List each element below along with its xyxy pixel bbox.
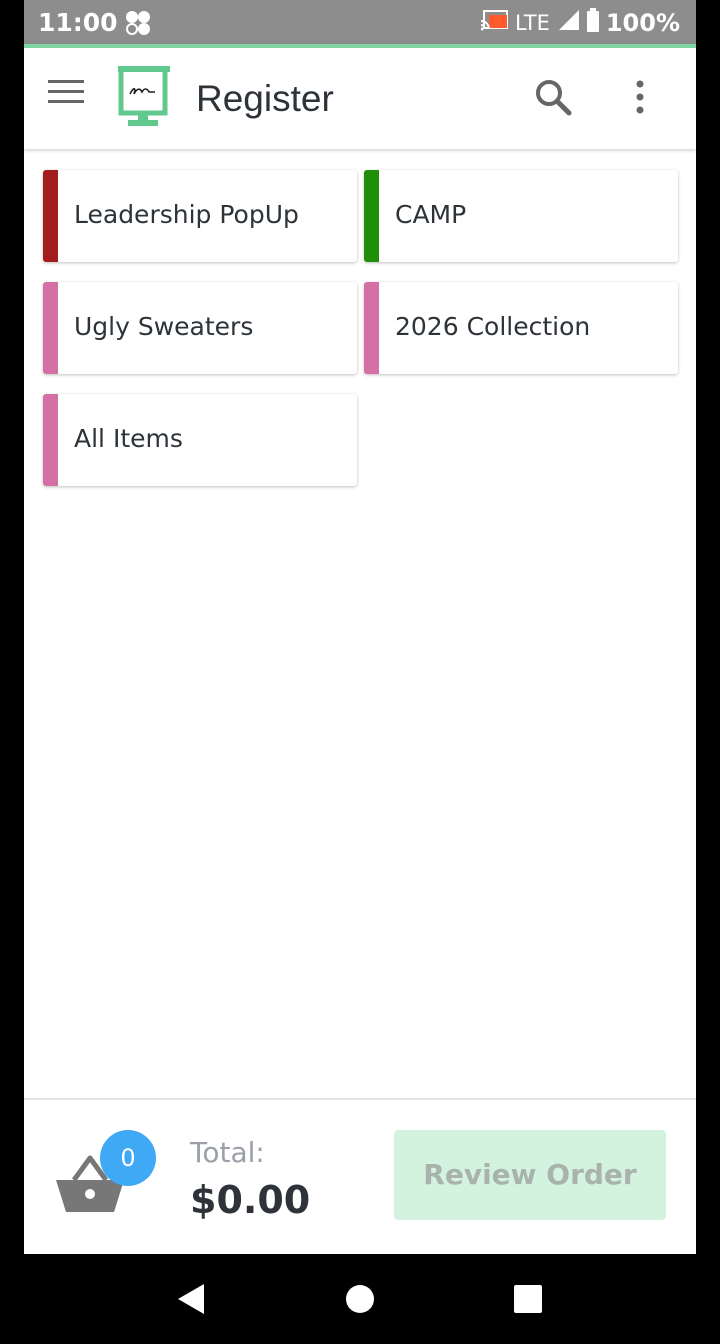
home-icon	[346, 1285, 374, 1313]
cast-icon	[480, 9, 509, 37]
recents-icon	[514, 1285, 542, 1313]
register-logo-icon	[118, 66, 170, 128]
status-right-group: LTE 100%	[480, 8, 680, 38]
category-color-bar	[43, 282, 58, 374]
order-footer: 0 Total: $0.00 Review Order	[24, 1098, 696, 1256]
more-options-button[interactable]	[622, 76, 658, 120]
app-notification-icon	[124, 10, 154, 41]
category-tile-leadership-popup[interactable]: Leadership PopUp	[43, 170, 357, 262]
category-label: CAMP	[395, 200, 467, 229]
review-order-button[interactable]: Review Order	[394, 1130, 666, 1220]
cart-count-badge: 0	[100, 1130, 156, 1186]
category-label: Ugly Sweaters	[74, 312, 254, 341]
toolbar: Register	[24, 48, 696, 149]
battery-icon	[586, 8, 600, 38]
category-color-bar	[364, 282, 379, 374]
category-label: Leadership PopUp	[74, 200, 299, 229]
register-screen: Register Leadership PopUp CAMP Ugly Swea…	[24, 48, 696, 1256]
status-time: 11:00	[38, 8, 118, 37]
navigation-bar	[0, 1254, 720, 1344]
status-bar: 11:00 LTE 100%	[24, 0, 696, 48]
category-label: 2026 Collection	[395, 312, 591, 341]
category-tile-2026-collection[interactable]: 2026 Collection	[364, 282, 678, 374]
category-color-bar	[43, 170, 58, 262]
home-button[interactable]	[344, 1282, 376, 1321]
menu-icon	[48, 80, 84, 103]
back-button[interactable]	[174, 1282, 206, 1321]
category-color-bar	[364, 170, 379, 262]
signal-icon	[556, 9, 580, 37]
category-label: All Items	[74, 424, 183, 453]
back-icon	[178, 1284, 204, 1314]
battery-percent: 100%	[605, 9, 680, 37]
category-tile-ugly-sweaters[interactable]: Ugly Sweaters	[43, 282, 357, 374]
category-tile-all-items[interactable]: All Items	[43, 394, 357, 486]
more-vert-icon	[636, 80, 644, 114]
network-type: LTE	[514, 11, 550, 35]
category-tile-camp[interactable]: CAMP	[364, 170, 678, 262]
recents-button[interactable]	[512, 1282, 544, 1321]
category-color-bar	[43, 394, 58, 486]
search-button[interactable]	[534, 78, 578, 122]
search-icon	[536, 80, 572, 116]
page-title: Register	[196, 78, 334, 119]
menu-button[interactable]	[48, 78, 92, 118]
total-value: $0.00	[190, 1178, 311, 1222]
total-label: Total:	[190, 1136, 265, 1169]
